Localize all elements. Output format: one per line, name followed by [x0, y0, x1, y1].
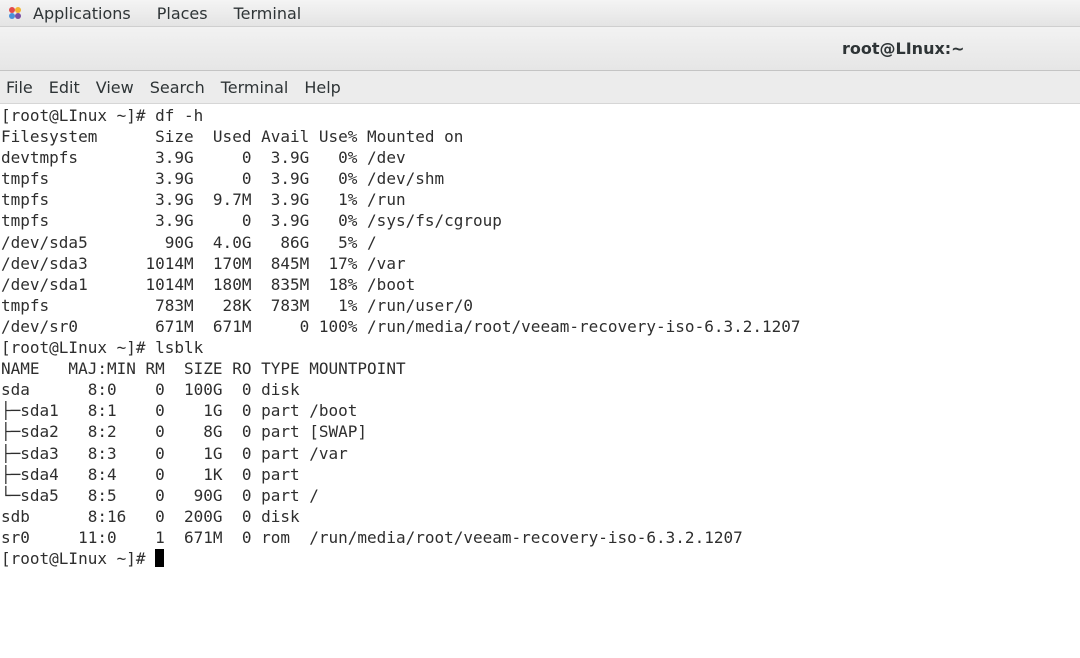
terminal-line: sdb 8:16 0 200G 0 disk	[1, 506, 300, 526]
terminal-line: tmpfs 783M 28K 783M 1% /run/user/0	[1, 295, 474, 315]
terminal-line: /dev/sda1 1014M 180M 835M 18% /boot	[1, 274, 416, 294]
terminal-line: [root@LInux ~]# lsblk	[1, 338, 204, 358]
menu-search[interactable]: Search	[150, 78, 205, 97]
terminal-app-label: Terminal	[233, 3, 302, 23]
terminal-line: /dev/sda5 90G 4.0G 86G 5% /	[1, 232, 377, 252]
places-menu[interactable]: Places	[157, 4, 208, 23]
terminal-line: NAME MAJ:MIN RM SIZE RO TYPE MOUNTPOINT	[1, 359, 406, 379]
menu-edit[interactable]: Edit	[49, 78, 80, 97]
terminal-prompt: [root@LInux ~]#	[1, 548, 156, 568]
terminal-line: ├─sda3 8:3 0 1G 0 part /var	[1, 443, 348, 463]
menu-help[interactable]: Help	[304, 78, 340, 97]
terminal-line: └─sda5 8:5 0 90G 0 part /	[1, 485, 319, 505]
terminal-line: devtmpfs 3.9G 0 3.9G 0% /dev	[1, 148, 406, 168]
terminal-line: sr0 11:0 1 671M 0 rom /run/media/root/ve…	[1, 527, 743, 547]
terminal-line: [root@LInux ~]# df -h	[1, 106, 204, 125]
terminal-line: tmpfs 3.9G 0 3.9G 0% /sys/fs/cgroup	[1, 211, 502, 231]
terminal-output[interactable]: [root@LInux ~]# df -h Filesystem Size Us…	[0, 105, 1080, 658]
window-titlebar[interactable]: root@LInux:~	[0, 27, 1080, 71]
applications-label: Applications	[33, 3, 131, 23]
terminal-line: ├─sda1 8:1 0 1G 0 part /boot	[1, 401, 358, 421]
places-label: Places	[156, 3, 208, 23]
terminal-line: /dev/sda3 1014M 170M 845M 17% /var	[1, 253, 406, 273]
text-cursor	[155, 548, 165, 567]
terminal-line: Filesystem Size Used Avail Use% Mounted …	[1, 127, 464, 147]
top-panel: Applications Places Terminal	[0, 0, 1080, 27]
terminal-line: tmpfs 3.9G 0 3.9G 0% /dev/shm	[1, 169, 445, 189]
terminal-line: sda 8:0 0 100G 0 disk	[1, 380, 300, 400]
terminal-menubar: File Edit View Search Terminal Help	[0, 71, 1080, 104]
terminal-line: /dev/sr0 671M 671M 0 100% /run/media/roo…	[1, 316, 801, 336]
terminal-line: ├─sda2 8:2 0 8G 0 part [SWAP]	[1, 422, 368, 442]
terminal-line: ├─sda4 8:4 0 1K 0 part	[1, 464, 300, 484]
menu-terminal[interactable]: Terminal	[221, 78, 289, 97]
terminal-prompt-line[interactable]: [root@LInux ~]#	[0, 548, 1080, 569]
applications-menu[interactable]: Applications	[6, 4, 131, 23]
menu-view[interactable]: View	[96, 78, 134, 97]
terminal-line: tmpfs 3.9G 9.7M 3.9G 1% /run	[1, 190, 406, 210]
window-title: root@LInux:~	[842, 39, 965, 58]
terminal-app-menu[interactable]: Terminal	[234, 4, 302, 23]
applications-icon	[9, 7, 21, 19]
menu-file[interactable]: File	[6, 78, 33, 97]
